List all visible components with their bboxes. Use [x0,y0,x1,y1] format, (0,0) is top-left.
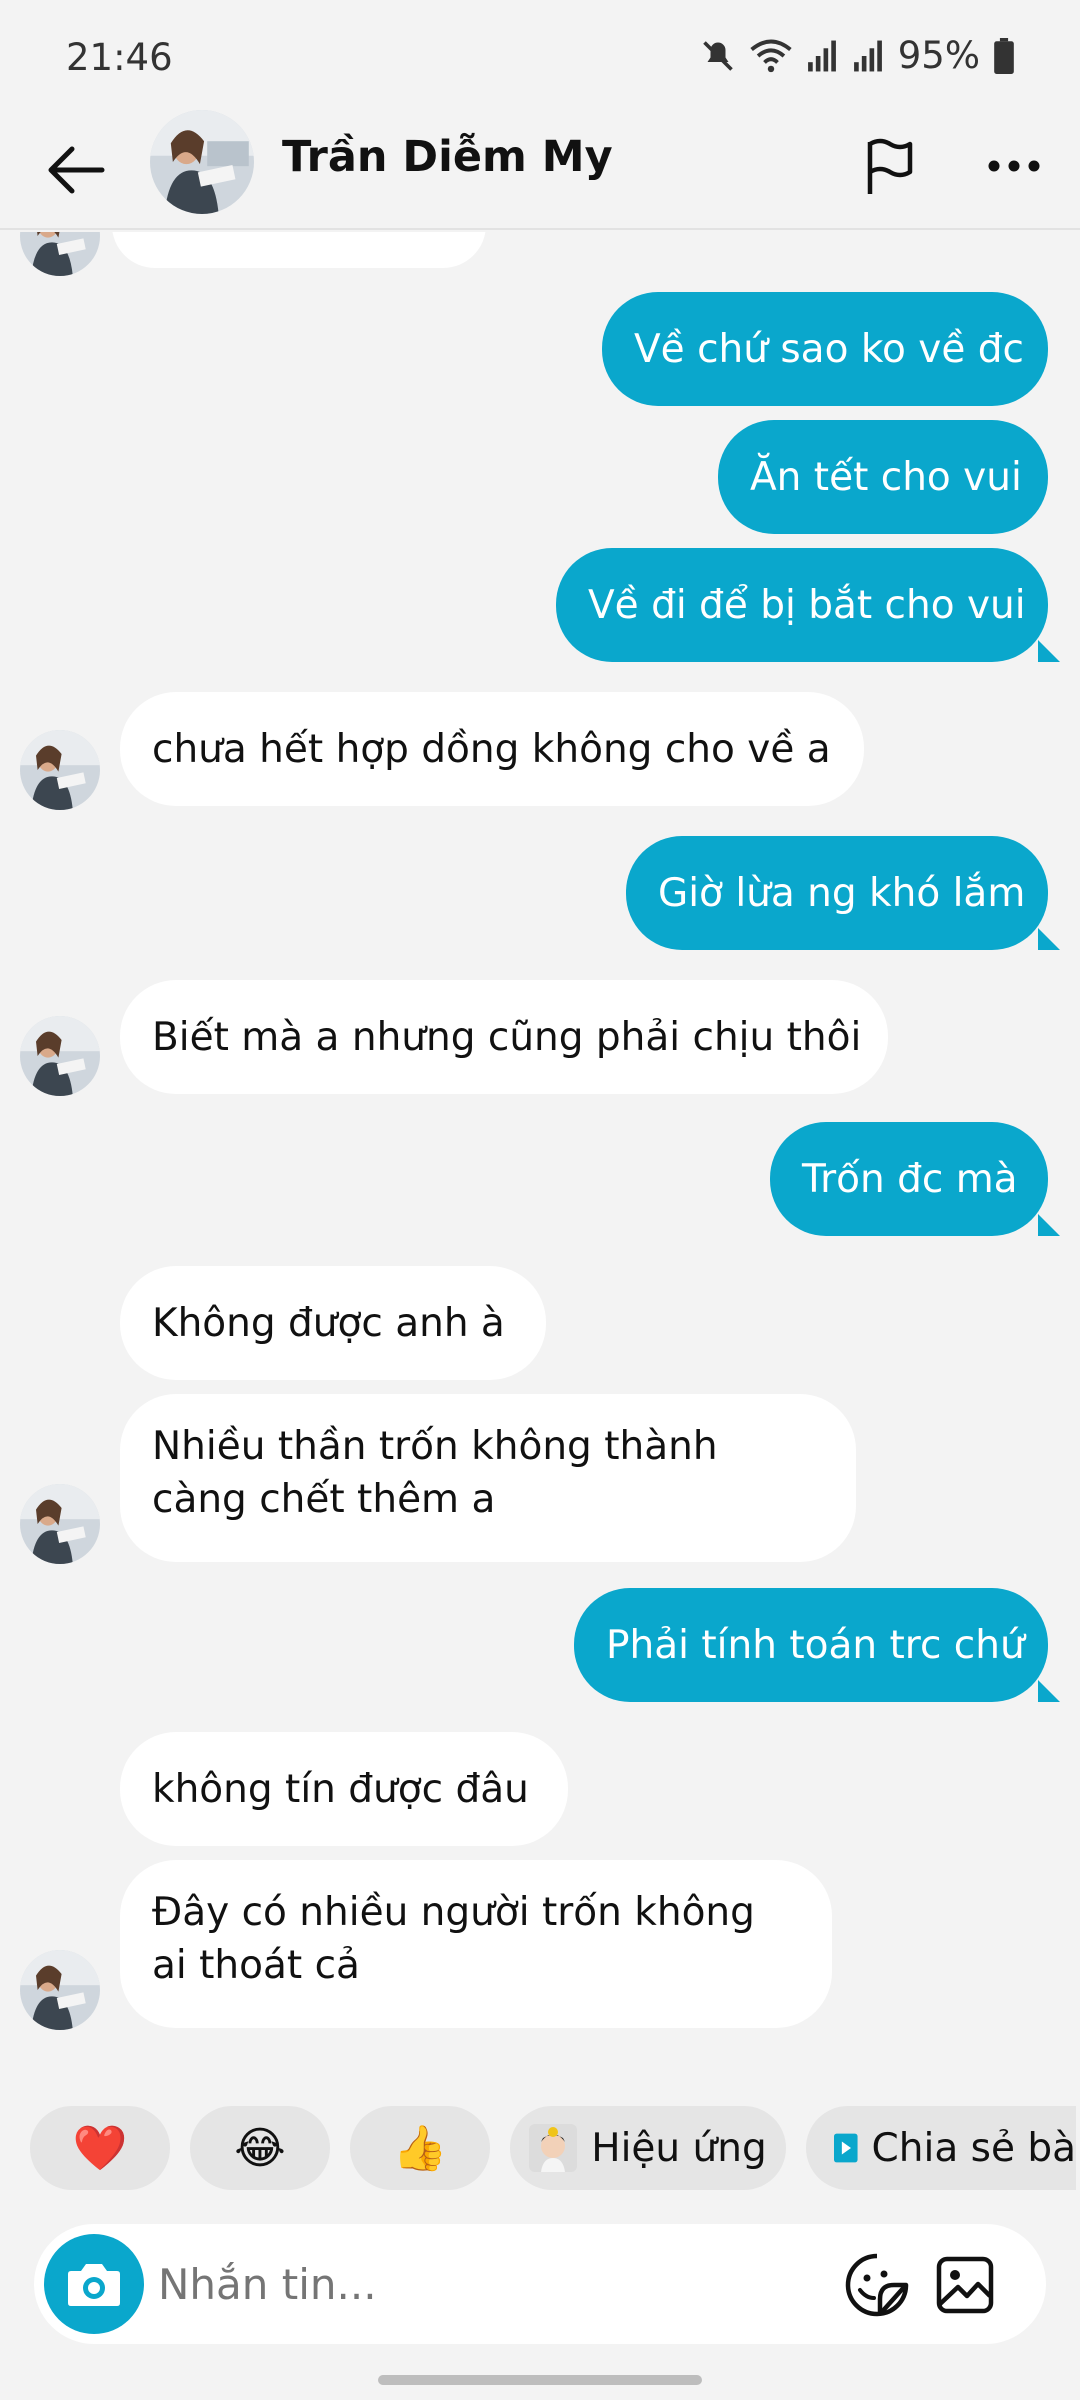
share-label: Chia sẻ bà [871,2125,1076,2171]
report-button[interactable] [850,126,930,206]
sticker-icon [845,2253,909,2317]
heart-reaction-button[interactable]: ❤️ [30,2106,170,2190]
effects-button[interactable]: Hiệu ứng [510,2106,786,2190]
message-avatar[interactable] [20,232,100,276]
effects-label: Hiệu ứng [591,2125,767,2171]
message-incoming[interactable] [112,232,486,268]
message-incoming[interactable]: Đây có nhiều người trốn không ai thoát c… [120,1860,832,2028]
gallery-button[interactable] [930,2250,1000,2320]
camera-icon [68,2264,120,2306]
message-outgoing[interactable]: Phải tính toán trc chứ [574,1588,1048,1702]
status-time: 21:46 [66,36,173,79]
quick-actions-bar: ❤️ 😂 👍 Hiệu ứng Chia sẻ bà [30,2106,1076,2190]
battery-icon [994,37,1014,74]
bubble-tail [1038,1214,1060,1236]
message-incoming[interactable]: Không được anh à [120,1266,546,1380]
message-outgoing[interactable]: Về đi để bị bắt cho vui [556,548,1048,662]
more-icon [988,160,1040,172]
message-incoming[interactable]: không tín được đâu [120,1732,568,1846]
laugh-icon: 😂 [234,2122,286,2174]
effects-avatar-icon [529,2124,578,2172]
message-input[interactable] [158,2254,758,2314]
message-outgoing[interactable]: Giờ lừa ng khó lắm [626,836,1048,950]
signal-icon [806,39,838,73]
message-incoming[interactable]: Biết mà a nhưng cũng phải chịu thôi [120,980,888,1094]
message-avatar[interactable] [20,1484,100,1564]
bubble-tail [1038,640,1060,662]
play-icon [834,2133,858,2163]
laugh-reaction-button[interactable]: 😂 [190,2106,330,2190]
message-outgoing[interactable]: Về chứ sao ko về đc [602,292,1048,406]
thumbs-up-icon: 👍 [392,2123,448,2174]
contact-avatar[interactable] [150,110,254,214]
message-avatar[interactable] [20,730,100,810]
bubble-tail [1038,928,1060,950]
message-incoming[interactable]: Nhiều thần trốn không thành càng chết th… [120,1394,856,1562]
bubble-tail [1038,1680,1060,1702]
mute-icon [700,38,736,74]
image-icon [936,2256,994,2314]
heart-icon: ❤️ [72,2123,128,2174]
home-indicator[interactable] [378,2375,702,2385]
message-composer [34,2224,1046,2344]
message-outgoing[interactable]: Ăn tết cho vui [718,420,1048,534]
back-arrow-icon [48,146,105,194]
chat-header: Trần Diễm My [0,110,1080,230]
wifi-icon [750,38,792,74]
back-button[interactable] [36,130,116,210]
message-outgoing[interactable]: Trốn đc mà [770,1122,1048,1236]
thumbs-up-reaction-button[interactable]: 👍 [350,2106,490,2190]
contact-name[interactable]: Trần Diễm My [282,132,613,182]
share-button[interactable]: Chia sẻ bà [806,2106,1076,2190]
message-incoming[interactable]: chưa hết hợp dồng không cho về a [120,692,864,806]
more-options-button[interactable] [974,126,1054,206]
status-bar: 21:46 95% [0,0,1080,110]
camera-button[interactable] [44,2234,144,2334]
message-avatar[interactable] [20,1016,100,1096]
battery-percent: 95% [897,34,980,77]
message-avatar[interactable] [20,1950,100,2030]
status-icons: 95% [700,34,1014,77]
sticker-button[interactable] [842,2250,912,2320]
signal-icon [852,39,884,73]
message-list[interactable]: Về chứ sao ko về đc Ăn tết cho vui Về đi… [0,232,1080,2082]
flag-icon [867,138,913,194]
